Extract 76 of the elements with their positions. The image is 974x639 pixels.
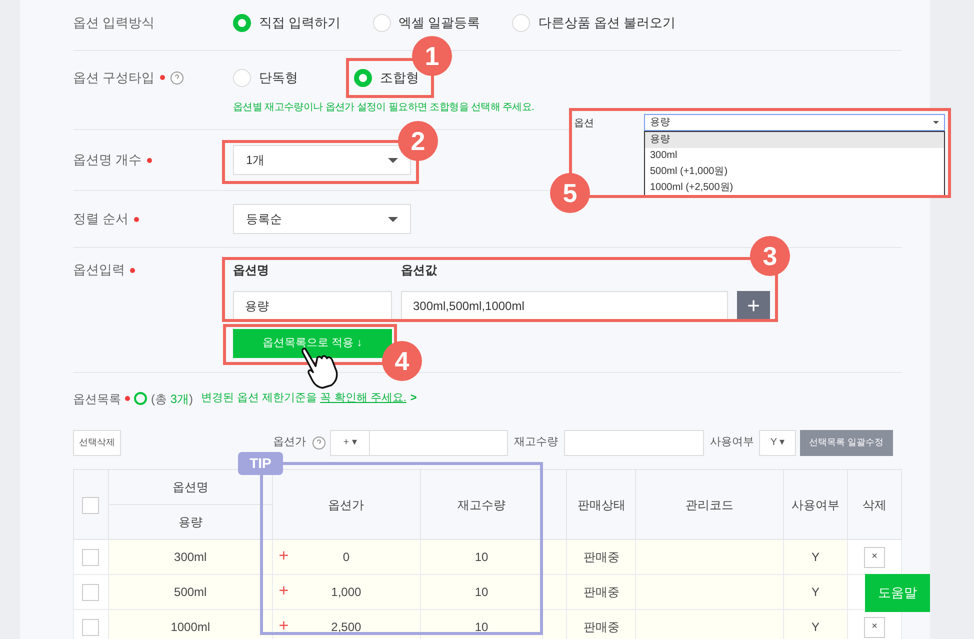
dropdown-option[interactable]: 용량 <box>645 132 944 148</box>
plus-icon: + <box>278 617 289 634</box>
status-ring-icon <box>134 392 147 405</box>
dropdown-option[interactable]: 500ml (+1,000원) <box>645 164 944 180</box>
field-label: 옵션가 <box>273 435 306 450</box>
dropdown-option[interactable]: 300ml <box>645 148 944 164</box>
checkbox[interactable] <box>82 496 100 514</box>
table-cell: 판매중 <box>583 550 620 564</box>
dropdown[interactable]: 등록순 <box>233 204 411 234</box>
radio-label[interactable]: 다른상품 옵션 불러오기 <box>538 13 676 32</box>
table-cell: Y <box>812 550 820 564</box>
table-cell: Y <box>812 585 820 599</box>
tip-badge: TIP <box>238 452 283 475</box>
table-cell: 300ml <box>174 550 207 564</box>
table-cell: 판매중 <box>583 620 620 634</box>
field-label: 재고수량 <box>514 435 558 450</box>
table-cell: Y <box>812 620 820 634</box>
table-cell: 500ml <box>174 585 207 599</box>
hint-text: 옵션별 재고수량이나 옵션가 설정이 필요하면 조합형을 선택해 주세요. <box>233 101 534 115</box>
dropdown[interactable]: 용량 <box>644 114 945 131</box>
table-cell: 10 <box>474 585 488 599</box>
radio-button[interactable] <box>233 14 251 32</box>
field-label: 정렬 순서 <box>73 210 129 228</box>
radio-label[interactable]: 직접 입력하기 <box>259 13 341 32</box>
caret-icon <box>933 121 939 124</box>
notice-text: 변경된 옵션 제한기준을 꼭 확인해 주세요. <box>201 391 406 406</box>
input-field[interactable] <box>370 430 508 456</box>
field-label: 옵션 <box>573 117 595 131</box>
column-header: 옵션가 <box>328 498 364 512</box>
input-field[interactable]: 용량 <box>233 291 392 321</box>
delete-button[interactable]: × <box>864 616 885 638</box>
dropdown-option[interactable]: 1000ml (+2,500원) <box>645 180 944 195</box>
column-header: 관리코드 <box>686 498 734 512</box>
table-cell: 1000ml <box>170 620 210 634</box>
chevron-icon: > <box>410 390 417 407</box>
help-icon[interactable] <box>312 436 326 450</box>
usage-dropdown[interactable]: Y ▾ <box>759 430 796 456</box>
radio-label[interactable]: 단독형 <box>259 68 298 88</box>
dropdown[interactable]: 1개 <box>233 145 411 175</box>
radio-button[interactable] <box>354 69 372 87</box>
table-cell: 2,500 <box>331 620 362 634</box>
table-cell: 0 <box>342 550 350 564</box>
column-header: 옵션명 <box>233 262 270 279</box>
item-count: (총 3개) <box>151 390 194 408</box>
input-field[interactable]: 300ml,500ml,1000ml <box>401 291 728 321</box>
field-label: 사용여부 <box>710 435 754 450</box>
column-header: 사용여부 <box>792 498 840 512</box>
plus-icon: + <box>278 547 289 564</box>
checkbox[interactable] <box>82 549 100 566</box>
table-cell: 10 <box>474 620 488 634</box>
table-cell: 1,000 <box>331 585 362 599</box>
table-cell: 10 <box>474 550 488 564</box>
column-header: 판매상태 <box>577 498 626 512</box>
delete-selected-button[interactable]: 선택삭제 <box>73 430 121 456</box>
checkbox[interactable] <box>82 584 100 602</box>
table-cell: 판매중 <box>583 585 620 599</box>
delete-button[interactable]: × <box>864 546 885 568</box>
column-header: 옵션명 <box>172 480 208 494</box>
field-label: 옵션입력 <box>73 261 125 280</box>
field-label: 옵션목록 <box>73 390 121 408</box>
column-header: 재고수량 <box>458 498 506 512</box>
help-icon[interactable] <box>170 70 184 85</box>
add-button[interactable]: + <box>737 291 770 321</box>
checkbox[interactable] <box>82 619 100 636</box>
column-header: 삭제 <box>862 498 886 512</box>
field-label: 옵션 구성타입 <box>73 69 155 87</box>
column-header: 옵션값 <box>401 262 437 279</box>
caret-icon <box>388 216 398 222</box>
field-label: 옵션명 개수 <box>73 151 142 170</box>
input-field[interactable] <box>564 430 704 456</box>
radio-label[interactable]: 엑셀 일괄등록 <box>398 13 480 32</box>
plus-icon: + <box>278 582 289 599</box>
sign-dropdown[interactable]: + ▾ <box>330 430 370 456</box>
field-label: 옵션 입력방식 <box>73 14 155 32</box>
column-header: 용량 <box>178 515 202 529</box>
caret-icon <box>388 158 398 162</box>
